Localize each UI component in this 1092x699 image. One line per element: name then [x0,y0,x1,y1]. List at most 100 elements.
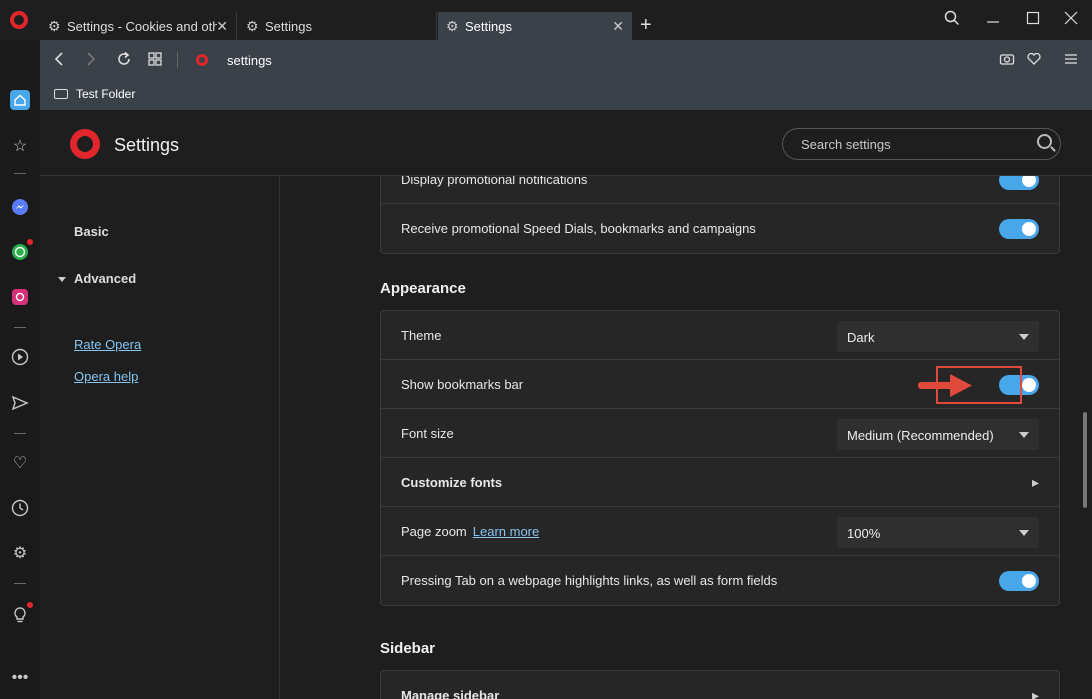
title-bar: ⚙ Settings - Cookies and othe ✕ ⚙ Settin… [0,0,1092,40]
search-placeholder: Search settings [801,137,891,152]
speed-dial-grid-icon[interactable] [147,50,163,73]
address-divider [177,52,178,68]
more-icon[interactable]: ••• [10,668,30,688]
tab-settings-2[interactable]: ⚙ Settings [238,12,437,40]
dropdown-arrow-icon [1019,334,1029,340]
page-zoom-text: Page zoom [401,524,467,539]
forward-icon[interactable] [84,50,98,73]
tab-title: Settings [465,18,512,34]
maximize-icon[interactable] [1026,10,1040,31]
caret-down-icon [58,277,66,283]
whatsapp-icon[interactable] [10,239,33,262]
font-size-select[interactable]: Medium (Recommended) [837,419,1039,450]
history-clock-icon[interactable] [10,498,30,518]
address-bar: settings [40,40,1092,80]
gear-icon: ⚙ [246,18,259,34]
gear-icon: ⚙ [446,18,459,34]
bookmarks-bar-label: Show bookmarks bar [401,377,524,392]
new-tab-button[interactable]: + [640,14,652,37]
setting-row: Display promotional notifications [381,176,1059,204]
close-icon[interactable]: ✕ [612,18,624,35]
messenger-icon[interactable] [10,197,30,217]
appearance-heading: Appearance [380,280,466,297]
tab-settings-active[interactable]: ⚙ Settings ✕ [438,12,632,40]
tab-highlight-label: Pressing Tab on a webpage highlights lin… [401,573,778,588]
bookmark-folder[interactable]: Test Folder [54,87,135,101]
folder-icon [54,89,68,99]
easy-setup-icon[interactable] [1063,50,1079,73]
reload-icon[interactable] [116,50,132,73]
player-icon[interactable] [10,347,30,367]
page-zoom-select[interactable]: 100% [837,517,1039,548]
search-input[interactable]: Search settings [782,128,1061,160]
scrollbar[interactable] [1083,412,1087,508]
font-size-label: Font size [401,426,454,441]
setting-row: Theme Dark [381,311,1059,360]
dropdown-arrow-icon [1019,432,1029,438]
dropdown-arrow-icon [1019,530,1029,536]
tab-highlight-toggle[interactable] [999,571,1039,591]
settings-nav: Basic Advanced Rate Opera Opera help [40,176,280,699]
settings-content: Display promotional notifications Receiv… [380,176,1060,699]
search-icon [1037,134,1052,149]
setting-row: Receive promotional Speed Dials, bookmar… [381,204,1059,253]
nav-advanced-label: Advanced [74,271,137,286]
promo-notifications-toggle[interactable] [999,176,1039,190]
settings-page: Settings Search settings Basic Advanced … [40,110,1092,699]
home-icon[interactable] [10,90,30,110]
close-icon[interactable]: ✕ [216,18,228,35]
bookmark-folder-label: Test Folder [76,87,136,101]
page-zoom-label: Page zoom Learn more [401,524,539,539]
chevron-right-icon: ▸ [1031,474,1039,490]
sidebar-divider [14,173,26,174]
theme-label: Theme [401,328,442,343]
customize-fonts-row[interactable]: Customize fonts ▸ [381,458,1059,507]
star-icon[interactable]: ☆ [10,136,30,156]
sidebar-card: Manage sidebar ▸ [380,670,1060,699]
manage-sidebar-row[interactable]: Manage sidebar ▸ [381,671,1059,699]
url-field[interactable]: settings [227,53,272,68]
notification-badge [27,602,33,608]
heart-icon[interactable]: ♡ [10,453,30,473]
settings-gear-icon[interactable]: ⚙ [10,543,30,563]
minimize-icon[interactable] [986,10,1000,31]
opera-help-link[interactable]: Opera help [74,369,138,384]
sidebar-heading: Sidebar [380,640,436,657]
chevron-right-icon: ▸ [1031,687,1039,699]
nav-advanced[interactable]: Advanced [58,271,136,286]
opera-menu-icon[interactable] [10,11,28,29]
setting-row: Page zoom Learn more 100% [381,507,1059,556]
page-zoom-value: 100% [847,526,881,541]
nav-basic[interactable]: Basic [74,224,109,239]
setting-row: Font size Medium (Recommended) [381,409,1059,458]
opera-site-icon [196,54,208,66]
instagram-icon[interactable] [10,287,30,307]
search-tabs-icon[interactable] [944,10,960,31]
promo-notifications-label: Display promotional notifications [401,176,588,187]
sidebar-divider [14,433,26,434]
camera-icon[interactable] [999,50,1015,73]
sidebar-divider [14,583,26,584]
send-icon[interactable] [10,393,30,413]
learn-more-link[interactable]: Learn more [473,524,539,539]
opera-sidebar: ☆ ♡ ⚙ ••• [0,40,40,699]
rate-opera-link[interactable]: Rate Opera [74,337,141,352]
manage-sidebar-label: Manage sidebar [401,688,500,699]
promo-speed-dials-toggle[interactable] [999,219,1039,239]
promo-card: Display promotional notifications Receiv… [380,176,1060,254]
appearance-card: Theme Dark Show bookmarks bar Font size … [380,310,1060,606]
gear-icon: ⚙ [48,18,61,34]
lightbulb-icon[interactable] [10,602,33,625]
theme-value: Dark [847,330,875,345]
customize-fonts-label: Customize fonts [401,475,503,490]
page-title: Settings [114,135,180,155]
back-icon[interactable] [52,50,66,73]
red-arrow-icon [918,374,972,397]
close-window-icon[interactable] [1064,10,1078,31]
page-header: Settings Search settings [40,110,1092,176]
bookmarks-bar: Test Folder [40,80,1092,110]
theme-select[interactable]: Dark [837,321,1039,352]
setting-row: Pressing Tab on a webpage highlights lin… [381,556,1059,605]
heart-bookmark-icon[interactable] [1026,50,1042,73]
tab-cookies[interactable]: ⚙ Settings - Cookies and othe ✕ [40,12,237,40]
